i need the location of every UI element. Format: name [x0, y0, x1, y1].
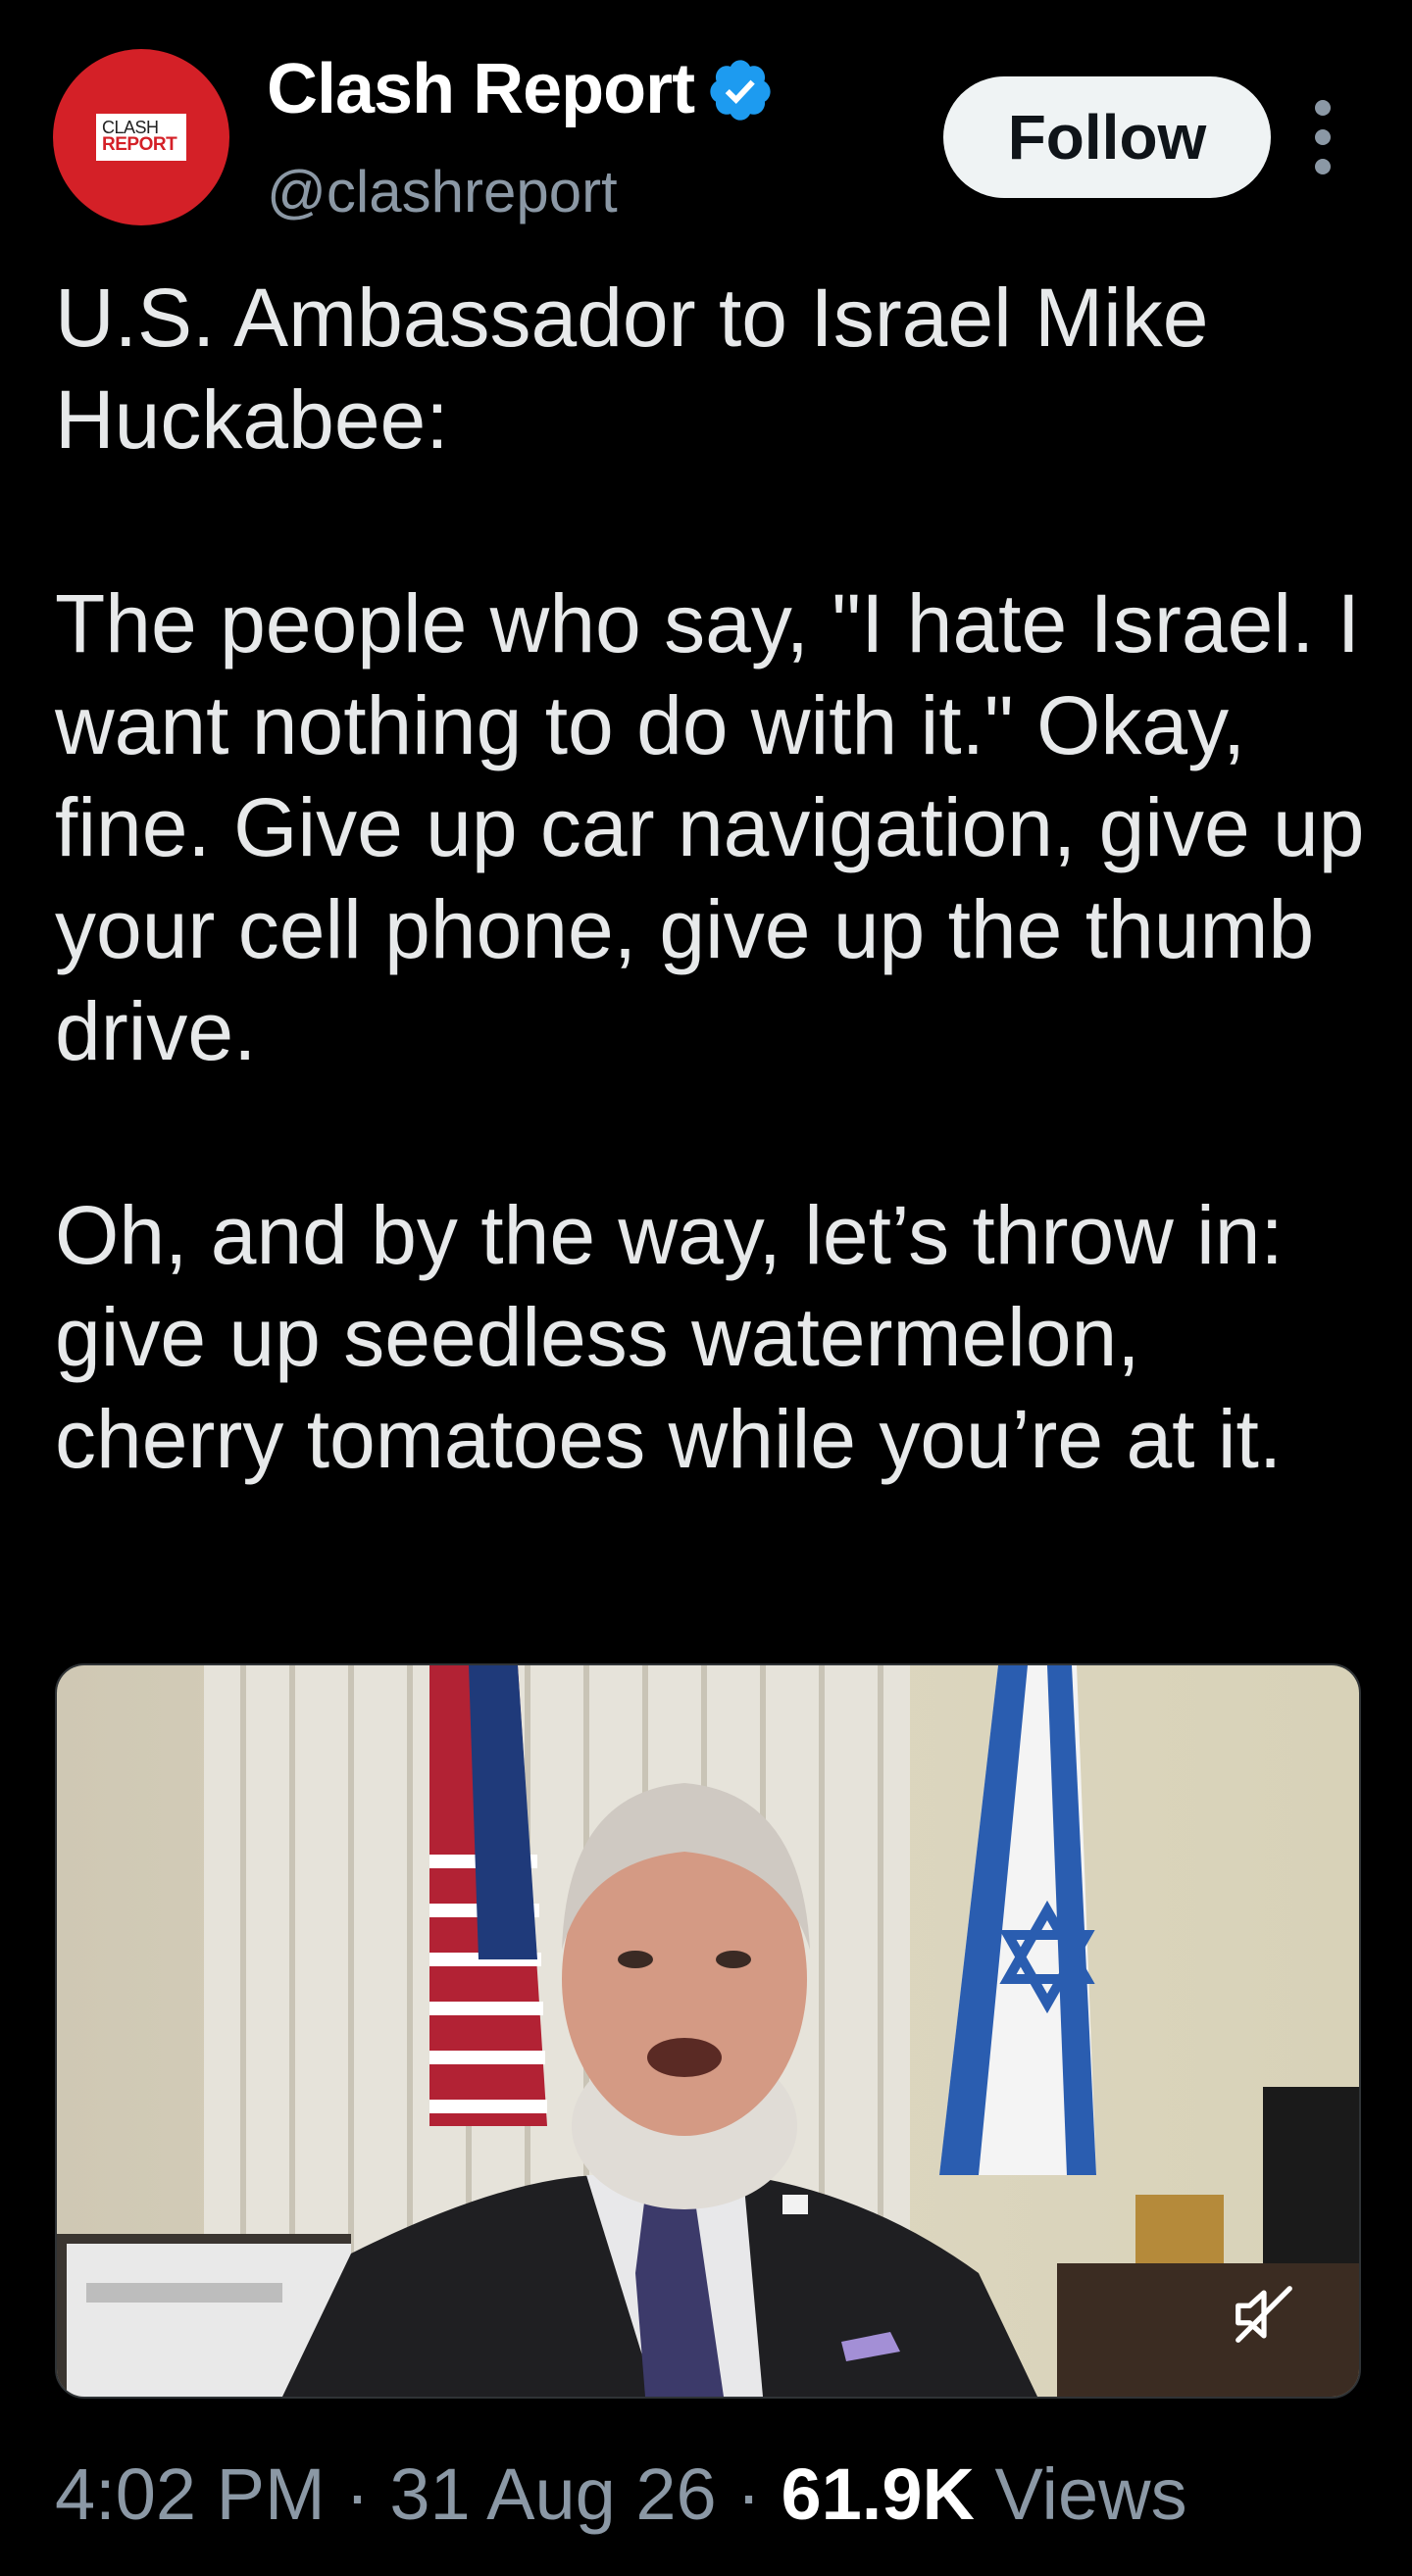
- tweet-date[interactable]: 31 Aug 26: [389, 2453, 716, 2535]
- user-handle[interactable]: @clashreport: [267, 151, 618, 233]
- avatar-logo: CLASH REPORT: [96, 114, 186, 161]
- video-thumbnail: [57, 1665, 1359, 2397]
- views-count[interactable]: 61.9K: [781, 2453, 974, 2535]
- meta-separator: ·: [345, 2453, 370, 2535]
- display-name[interactable]: Clash Report: [267, 45, 695, 133]
- author-name-row: Clash Report: [267, 45, 775, 133]
- follow-button[interactable]: Follow: [943, 76, 1271, 198]
- views-label: Views: [994, 2453, 1187, 2535]
- volume-muted-icon[interactable]: [1210, 2260, 1318, 2368]
- more-vertical-icon[interactable]: [1308, 100, 1337, 174]
- tweet-paragraph: U.S. Ambassador to Israel Mike Huckabee:: [55, 272, 1209, 466]
- tweet-paragraph: The people who say, "I hate Israel. I wa…: [55, 577, 1365, 1077]
- avatar-logo-line2: REPORT: [102, 134, 177, 155]
- verified-badge-icon: [710, 60, 771, 121]
- tweet-meta: 4:02 PM · 31 Aug 26 · 61.9K Views: [55, 2451, 1187, 2539]
- avatar[interactable]: CLASH REPORT: [53, 49, 229, 225]
- tweet-time[interactable]: 4:02 PM: [55, 2453, 326, 2535]
- meta-separator: ·: [736, 2453, 761, 2535]
- video-player[interactable]: [55, 1663, 1361, 2399]
- tweet-paragraph: Oh, and by the way, let’s throw in: give…: [55, 1189, 1284, 1485]
- tweet-text: U.S. Ambassador to Israel Mike Huckabee:…: [55, 267, 1369, 1490]
